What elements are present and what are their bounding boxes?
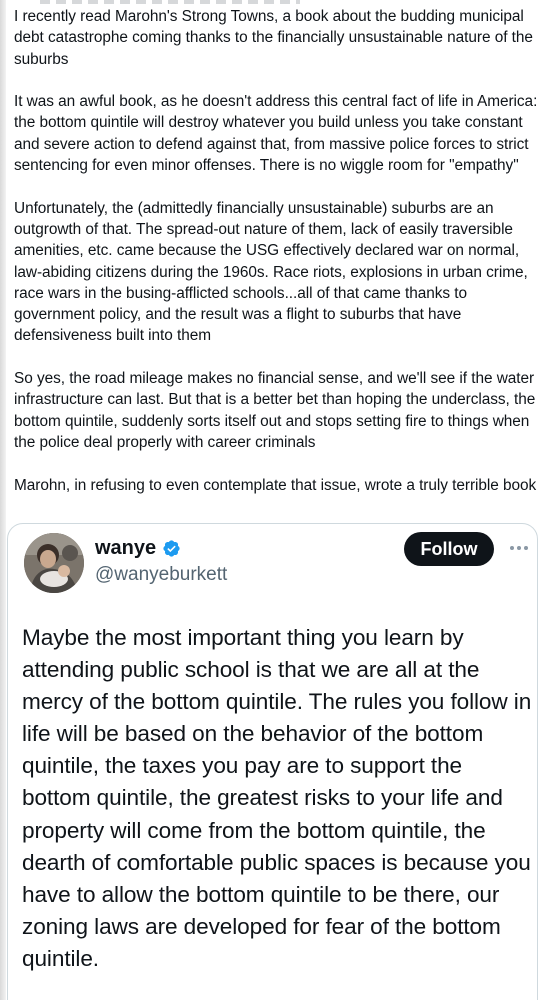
avatar-photo-icon [24, 533, 84, 593]
post-paragraph-3: Unfortunately, the (admittedly financial… [14, 199, 528, 345]
post-paragraph-4: So yes, the road mileage makes no financ… [14, 370, 536, 451]
left-edge-divider [0, 0, 6, 1000]
more-options-icon[interactable] [506, 538, 532, 558]
avatar[interactable] [24, 533, 84, 593]
post-paragraph-1: I recently read Marohn's Strong Towns, a… [14, 8, 533, 68]
quoted-post-card[interactable]: wanye @wanyeburkett Follow Maybe the mos… [7, 523, 538, 1000]
follow-button[interactable]: Follow [404, 532, 494, 566]
cropped-header-remnant [40, 0, 300, 4]
display-name-text[interactable]: wanye [95, 537, 156, 560]
post-paragraph-5: Marohn, in refusing to even contemplate … [14, 476, 537, 494]
verified-badge-icon [162, 539, 181, 558]
quoted-post-text: Maybe the most important thing you learn… [22, 625, 532, 971]
quoted-author-name[interactable]: wanye [95, 537, 181, 560]
quoted-author-handle[interactable]: @wanyeburkett [95, 564, 227, 586]
post-body: I recently read Marohn's Strong Towns, a… [14, 6, 546, 517]
post-paragraph-2: It was an awful book, as he doesn't addr… [14, 93, 538, 175]
